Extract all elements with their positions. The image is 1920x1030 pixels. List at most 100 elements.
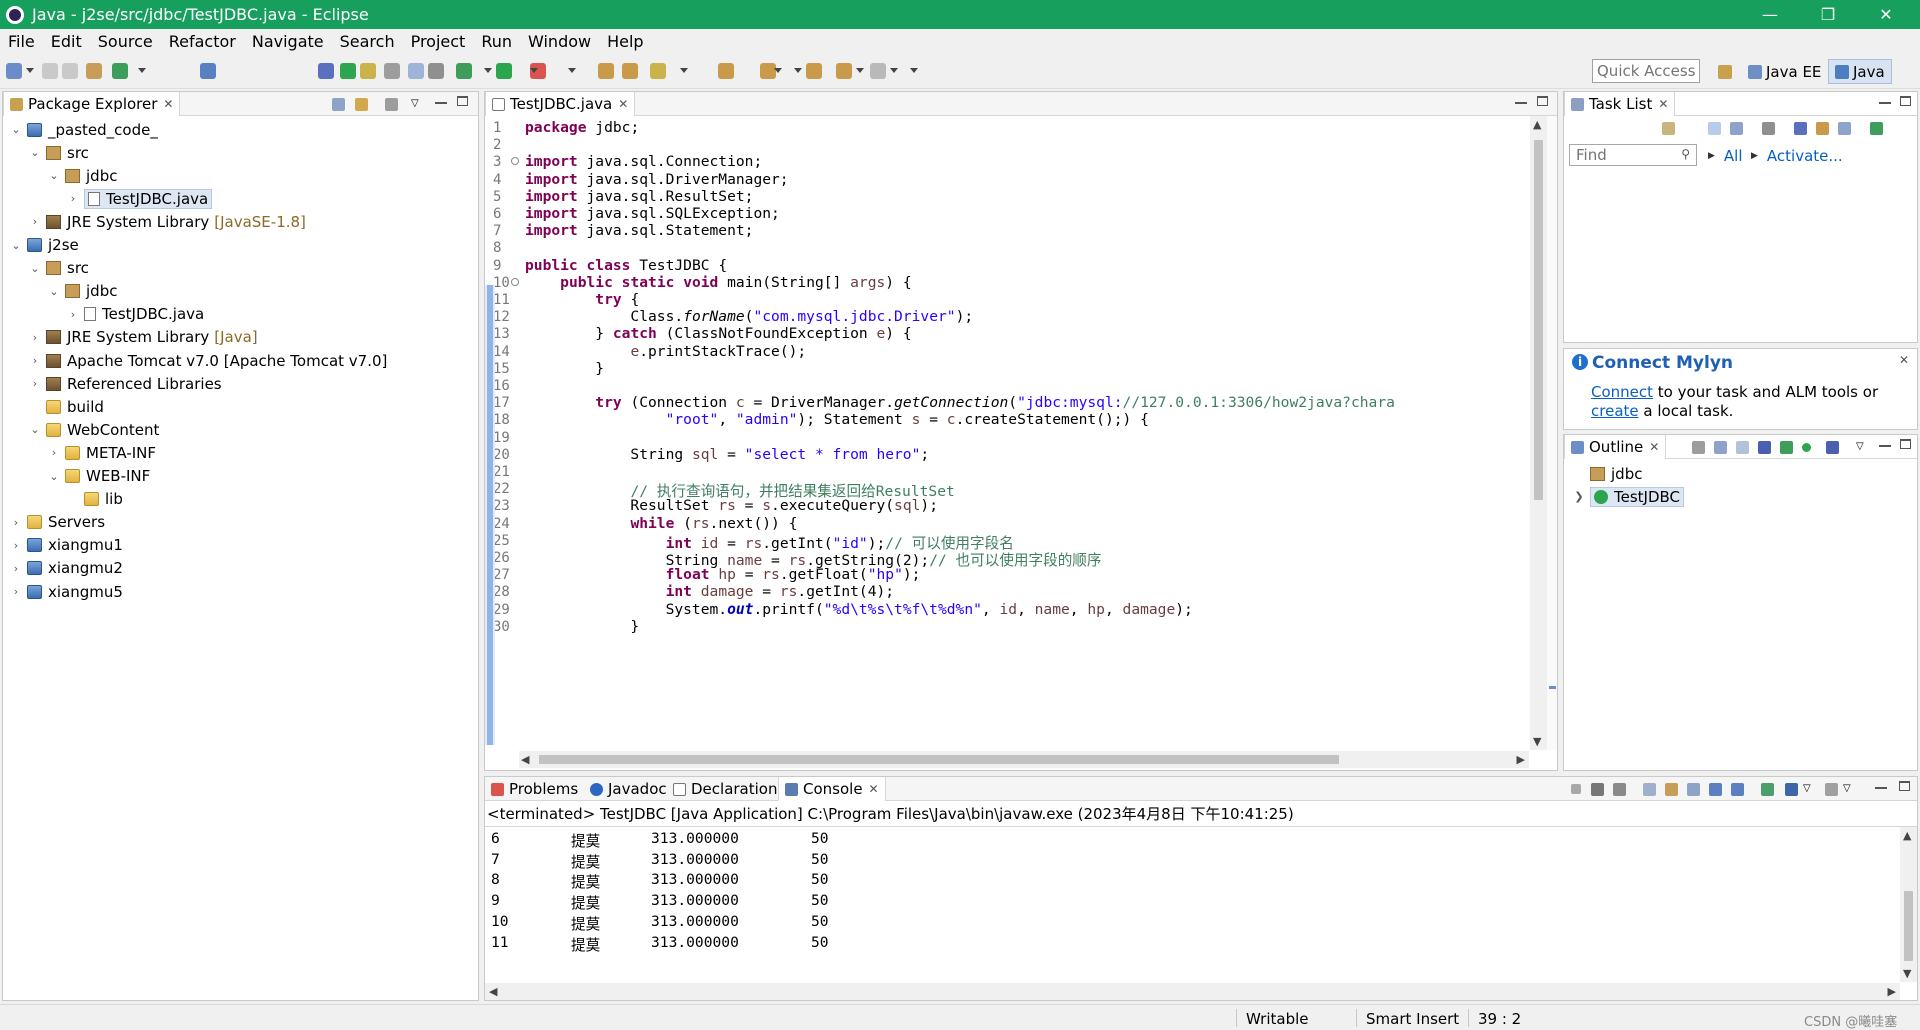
tree-item-jdbc[interactable]: ⌄ jdbc — [49, 282, 117, 301]
menu-file[interactable]: File — [0, 32, 43, 51]
collapse-all-icon[interactable] — [332, 98, 345, 111]
remove-all-icon[interactable] — [1613, 783, 1626, 796]
perspective-java[interactable]: Java — [1828, 59, 1892, 84]
console-vertical-scrollbar[interactable]: ▲ ▼ — [1900, 827, 1917, 982]
chevron-right-icon[interactable]: › — [30, 215, 40, 228]
menu-run[interactable]: Run — [473, 32, 520, 51]
hide-fields-icon[interactable] — [1736, 441, 1749, 454]
dropdown-arrow-icon[interactable] — [568, 68, 576, 73]
code-line[interactable]: try { — [525, 291, 639, 308]
tree-item-src[interactable]: ⌄ src — [30, 143, 89, 162]
hide-completed-icon[interactable] — [1794, 122, 1807, 135]
menu-project[interactable]: Project — [403, 32, 474, 51]
connect-link[interactable]: Connect — [1591, 383, 1653, 401]
display-console-icon[interactable] — [1785, 783, 1798, 796]
outline-item-package[interactable]: jdbc — [1590, 464, 1642, 483]
chevron-right-icon[interactable]: › — [68, 308, 78, 321]
dropdown-arrow-icon[interactable] — [138, 68, 146, 73]
menu-refactor[interactable]: Refactor — [161, 32, 244, 51]
code-line[interactable]: System.out.printf("%d\t%s\t%f\t%d%n", id… — [525, 601, 1193, 618]
chevron-right-icon[interactable]: › — [11, 562, 21, 575]
tree-item-testjdbc-java[interactable]: › TestJDBC.java — [68, 188, 213, 209]
maximize-icon[interactable] — [457, 96, 468, 106]
filter-icon[interactable] — [1762, 122, 1775, 135]
code-line[interactable]: "root", "admin"); Statement s = c.create… — [525, 411, 1149, 428]
new-icon[interactable] — [6, 63, 22, 79]
fold-toggle-icon[interactable] — [511, 157, 519, 166]
chevron-down-icon[interactable]: ▽ — [411, 98, 423, 110]
scroll-lock-icon[interactable] — [1665, 783, 1678, 796]
dropdown-arrow-icon[interactable] — [856, 68, 864, 73]
tree-item-referenced-libraries[interactable]: › Referenced Libraries — [30, 374, 222, 393]
tree-item-jdbc[interactable]: ⌄ jdbc — [49, 166, 117, 185]
tree-item-jre-system-library[interactable]: › JRE System Library [JavaSE-1.8] — [30, 212, 306, 231]
pin-console-icon[interactable] — [1761, 783, 1774, 796]
close-icon[interactable]: ✕ — [1649, 440, 1659, 454]
chevron-down-icon[interactable]: ⌄ — [30, 262, 40, 275]
chevron-down-icon[interactable]: ⌄ — [49, 169, 59, 182]
debug-run-icon[interactable] — [456, 63, 472, 79]
annotation-icon[interactable] — [360, 63, 376, 79]
maximize-icon[interactable] — [1899, 781, 1910, 791]
last-edit-icon[interactable] — [806, 63, 822, 79]
tree-item-meta-inf[interactable]: › META-INF — [49, 443, 156, 462]
task-activate-link[interactable]: ▶ Activate... — [1751, 147, 1843, 165]
tab-javadoc[interactable]: Javadoc — [584, 777, 673, 801]
public-member-icon[interactable] — [1802, 443, 1811, 452]
minimize-icon[interactable] — [1875, 787, 1887, 790]
editor-scroll-thumb[interactable] — [1534, 140, 1543, 500]
code-line[interactable]: package jdbc; — [525, 119, 639, 136]
scroll-left-icon[interactable]: ◀ — [489, 985, 497, 998]
code-line[interactable]: try (Connection c = DriverManager.getCon… — [525, 394, 1395, 411]
close-icon[interactable]: ✕ — [163, 97, 173, 111]
editor-vertical-scrollbar[interactable]: ▲ ▼ — [1530, 116, 1547, 750]
close-icon[interactable]: ✕ — [869, 782, 879, 796]
tab-testjdbc-java[interactable]: TestJDBC.java ✕ — [485, 92, 636, 116]
console-horizontal-scrollbar[interactable]: ◀ ▶ — [485, 983, 1900, 1000]
chevron-right-icon[interactable]: › — [68, 192, 78, 205]
open-perspective-button[interactable] — [1712, 59, 1742, 84]
show-stdout-icon[interactable] — [1709, 783, 1722, 796]
create-link[interactable]: create — [1591, 402, 1639, 420]
menu-help[interactable]: Help — [599, 32, 651, 51]
maximize-icon[interactable] — [1537, 96, 1548, 106]
dropdown-arrow-icon[interactable] — [26, 68, 34, 73]
dropdown-arrow-icon[interactable] — [774, 68, 782, 73]
tab-console[interactable]: Console ✕ — [778, 777, 886, 801]
new-task-icon[interactable] — [1662, 122, 1675, 135]
chevron-down-icon[interactable]: ⌄ — [11, 239, 21, 252]
tree-item-j2se[interactable]: ⌄ j2se — [11, 236, 78, 255]
dropdown-arrow-icon[interactable] — [890, 68, 898, 73]
tree-item-web-inf[interactable]: ⌄ WEB-INF — [49, 467, 150, 486]
open-task-icon[interactable] — [622, 63, 638, 79]
quick-access-input[interactable] — [1592, 59, 1700, 83]
chevron-down-icon[interactable]: ▽ — [1803, 783, 1815, 795]
link-with-editor-icon[interactable] — [355, 98, 368, 111]
close-icon[interactable]: ✕ — [1658, 97, 1668, 111]
categorized-icon[interactable] — [1708, 122, 1721, 135]
maximize-icon[interactable] — [1900, 96, 1911, 106]
chevron-down-icon[interactable]: ▽ — [1843, 783, 1855, 795]
console-scroll-thumb[interactable] — [1904, 891, 1913, 961]
toggle-block-icon[interactable] — [408, 63, 424, 79]
chevron-right-icon[interactable]: › — [11, 539, 21, 552]
sort-icon[interactable] — [1692, 441, 1705, 454]
chevron-right-icon[interactable]: › — [30, 377, 40, 390]
word-wrap-icon[interactable] — [1687, 783, 1700, 796]
save-all-icon[interactable] — [62, 63, 78, 79]
code-line[interactable]: public static void main(String[] args) { — [525, 274, 912, 291]
chevron-down-icon[interactable]: ⌄ — [49, 470, 59, 483]
code-line[interactable]: e.printStackTrace(); — [525, 343, 806, 360]
tree-item-apache-tomcat-v7-0-apache-tomcat-v7-0[interactable]: › Apache Tomcat v7.0 [Apache Tomcat v7.0] — [30, 351, 388, 370]
code-line[interactable]: import java.sql.ResultSet; — [525, 188, 753, 205]
fold-toggle-icon[interactable] — [511, 277, 519, 286]
next-annotation-icon[interactable] — [718, 63, 734, 79]
tree-item-xiangmu5[interactable]: › xiangmu5 — [11, 582, 123, 601]
show-tasks-icon[interactable] — [1816, 122, 1829, 135]
tree-item-pasted-code[interactable]: ⌄ _pasted_code_ — [11, 120, 157, 139]
minimize-icon[interactable] — [435, 102, 447, 105]
code-line[interactable]: ResultSet rs = s.executeQuery(sql); — [525, 497, 938, 514]
tree-item-servers[interactable]: › Servers — [11, 513, 105, 532]
collapse-all-icon[interactable] — [1838, 122, 1851, 135]
dropdown-arrow-icon[interactable] — [680, 68, 688, 73]
